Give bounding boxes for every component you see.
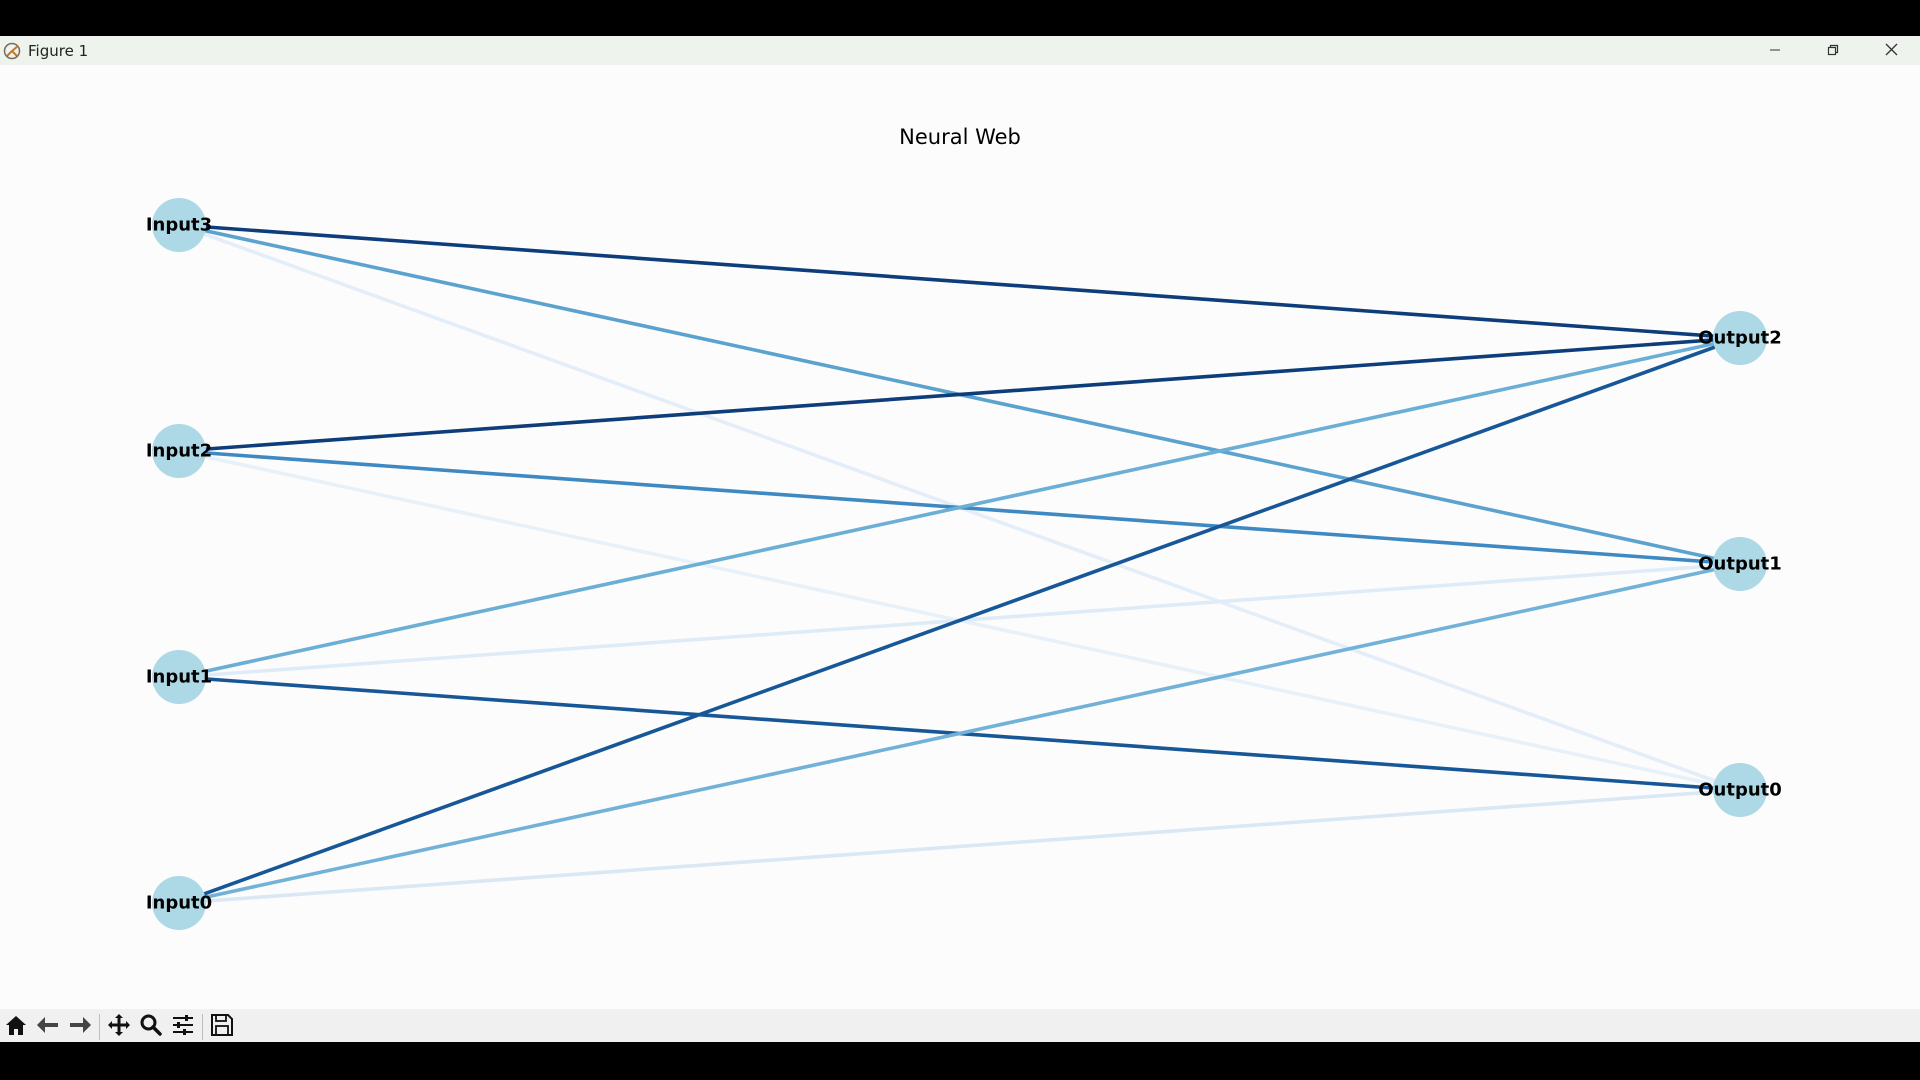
node-label-output0: Output0 bbox=[1698, 780, 1782, 801]
zoom-button[interactable] bbox=[135, 1012, 167, 1042]
edge-input2-output2 bbox=[178, 336, 1741, 453]
save-icon bbox=[210, 1013, 234, 1041]
forward-button[interactable] bbox=[64, 1012, 96, 1042]
back-button[interactable] bbox=[32, 1012, 64, 1042]
close-icon bbox=[1885, 41, 1898, 60]
figure-window: Figure 1 Neural Web Input3 Input2 Input1… bbox=[0, 36, 1920, 1042]
edge-input3-output2 bbox=[178, 223, 1741, 340]
minimize-button[interactable] bbox=[1746, 36, 1804, 65]
restore-icon bbox=[1827, 41, 1839, 60]
navigation-toolbar bbox=[0, 1009, 1920, 1042]
title-bar[interactable]: Figure 1 bbox=[0, 36, 1920, 65]
configure-subplots-icon bbox=[171, 1014, 195, 1040]
pan-button[interactable] bbox=[103, 1012, 135, 1042]
node-label-input0: Input0 bbox=[146, 893, 212, 914]
node-label-input2: Input2 bbox=[146, 441, 212, 462]
edge-input1-output2 bbox=[178, 336, 1741, 679]
back-icon bbox=[36, 1014, 60, 1040]
home-icon bbox=[4, 1014, 28, 1040]
pan-icon bbox=[106, 1013, 132, 1041]
network-graph: Neural Web Input3 Input2 Input1 Input0 Outpu… bbox=[146, 125, 1782, 930]
node-label-input1: Input1 bbox=[146, 667, 212, 688]
screen-border-bottom bbox=[0, 1042, 1920, 1080]
minimize-icon bbox=[1769, 41, 1781, 60]
configure-subplots-button[interactable] bbox=[167, 1012, 199, 1042]
edge-input0-output2 bbox=[178, 336, 1741, 905]
close-button[interactable] bbox=[1862, 36, 1920, 65]
edge-input0-output1 bbox=[178, 562, 1741, 905]
home-button[interactable] bbox=[0, 1012, 32, 1042]
node-label-output1: Output1 bbox=[1698, 554, 1782, 575]
restore-button[interactable] bbox=[1804, 36, 1862, 65]
zoom-icon bbox=[139, 1013, 163, 1041]
matplotlib-app-icon bbox=[2, 41, 22, 61]
figure-title: Neural Web bbox=[899, 125, 1021, 149]
node-label-input3: Input3 bbox=[146, 215, 212, 236]
toolbar-separator bbox=[99, 1014, 100, 1040]
screen-border-top bbox=[0, 0, 1920, 36]
window-title: Figure 1 bbox=[28, 41, 89, 60]
toolbar-separator bbox=[202, 1014, 203, 1040]
save-button[interactable] bbox=[206, 1012, 238, 1042]
forward-icon bbox=[68, 1014, 92, 1040]
node-label-output2: Output2 bbox=[1698, 328, 1782, 349]
edge-input0-output0 bbox=[178, 788, 1741, 905]
figure-canvas[interactable]: Neural Web Input3 Input2 Input1 Input0 Outpu… bbox=[0, 65, 1920, 1009]
